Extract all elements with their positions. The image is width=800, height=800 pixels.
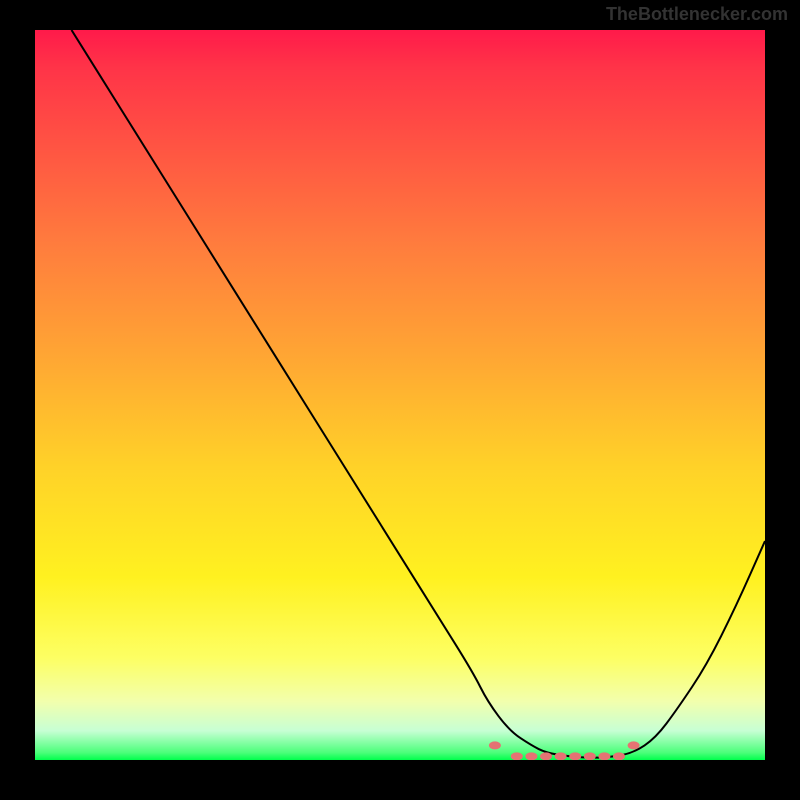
- plot-area: [35, 30, 765, 760]
- watermark-text: TheBottlenecker.com: [606, 4, 788, 25]
- gradient-background: [35, 30, 765, 760]
